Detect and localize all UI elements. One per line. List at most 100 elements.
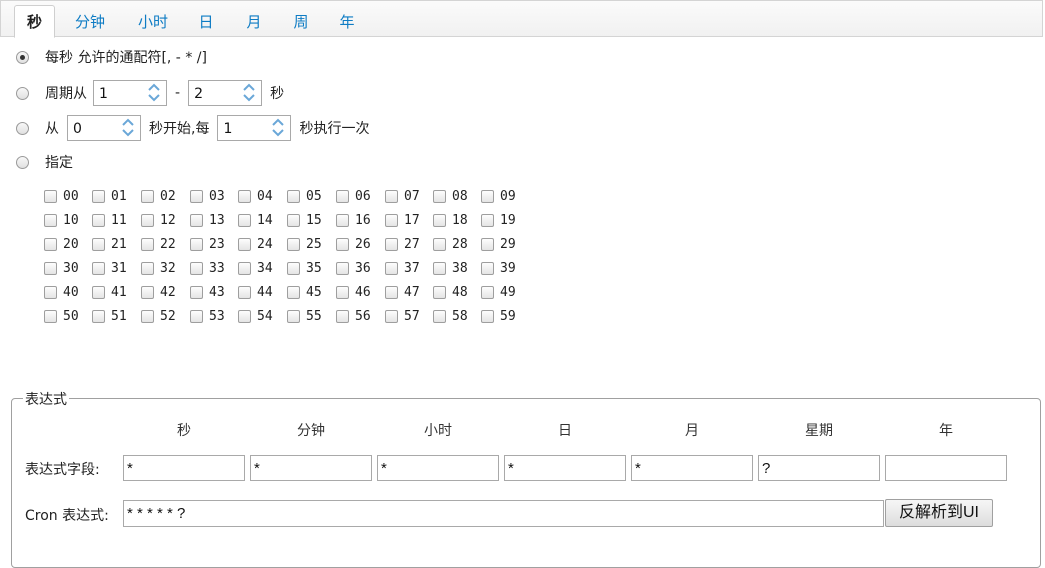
- field-day-input[interactable]: *: [504, 455, 626, 481]
- second-checkbox-item[interactable]: 51: [92, 305, 127, 327]
- second-checkbox[interactable]: [238, 237, 251, 251]
- field-hour-input[interactable]: *: [377, 455, 499, 481]
- second-checkbox-item[interactable]: 57: [385, 305, 420, 327]
- second-checkbox-item[interactable]: 40: [44, 281, 79, 303]
- cycle-to-value[interactable]: 2: [194, 86, 203, 102]
- second-checkbox-item[interactable]: 34: [238, 257, 273, 279]
- second-checkbox[interactable]: [336, 261, 349, 275]
- second-checkbox[interactable]: [238, 285, 251, 299]
- second-checkbox-item[interactable]: 16: [336, 209, 371, 231]
- second-checkbox-item[interactable]: 38: [433, 257, 468, 279]
- second-checkbox[interactable]: [92, 189, 105, 203]
- spin-down-icon[interactable]: [121, 128, 135, 138]
- second-checkbox-item[interactable]: 53: [190, 305, 225, 327]
- second-checkbox[interactable]: [92, 237, 105, 251]
- second-checkbox[interactable]: [141, 285, 154, 299]
- second-checkbox-item[interactable]: 35: [287, 257, 322, 279]
- second-checkbox-item[interactable]: 19: [481, 209, 516, 231]
- cycle-to-spinner[interactable]: 2: [188, 80, 263, 106]
- second-checkbox[interactable]: [336, 285, 349, 299]
- second-checkbox[interactable]: [433, 213, 446, 227]
- second-checkbox-item[interactable]: 52: [141, 305, 176, 327]
- spin-up-icon[interactable]: [271, 117, 285, 127]
- second-checkbox-item[interactable]: 32: [141, 257, 176, 279]
- second-checkbox[interactable]: [190, 237, 203, 251]
- spin-up-icon[interactable]: [121, 117, 135, 127]
- interval-value[interactable]: 1: [223, 121, 232, 137]
- second-checkbox-item[interactable]: 09: [481, 185, 516, 207]
- second-checkbox-item[interactable]: 56: [336, 305, 371, 327]
- second-checkbox-item[interactable]: 07: [385, 185, 420, 207]
- second-checkbox-item[interactable]: 04: [238, 185, 273, 207]
- second-checkbox-item[interactable]: 10: [44, 209, 79, 231]
- second-checkbox[interactable]: [287, 285, 300, 299]
- second-checkbox[interactable]: [141, 261, 154, 275]
- second-checkbox-item[interactable]: 05: [287, 185, 322, 207]
- radio-cycle[interactable]: [16, 86, 29, 100]
- second-checkbox[interactable]: [385, 237, 398, 251]
- second-checkbox-item[interactable]: 37: [385, 257, 420, 279]
- tab-year[interactable]: 年: [335, 7, 359, 38]
- second-checkbox-item[interactable]: 31: [92, 257, 127, 279]
- cycle-from-value[interactable]: 1: [99, 86, 108, 102]
- second-checkbox[interactable]: [238, 309, 251, 323]
- second-checkbox[interactable]: [385, 261, 398, 275]
- second-checkbox-item[interactable]: 45: [287, 281, 322, 303]
- cycle-from-spinner[interactable]: 1: [93, 80, 167, 106]
- spin-up-icon[interactable]: [147, 82, 161, 92]
- second-checkbox[interactable]: [336, 213, 349, 227]
- second-checkbox-item[interactable]: 49: [481, 281, 516, 303]
- radio-every-second[interactable]: [16, 50, 29, 64]
- spin-down-icon[interactable]: [242, 93, 256, 103]
- second-checkbox[interactable]: [481, 213, 494, 227]
- second-checkbox[interactable]: [287, 237, 300, 251]
- second-checkbox[interactable]: [238, 189, 251, 203]
- second-checkbox-item[interactable]: 46: [336, 281, 371, 303]
- cron-expression-input[interactable]: * * * * * ?: [123, 500, 884, 527]
- second-checkbox-item[interactable]: 13: [190, 209, 225, 231]
- field-minute-input[interactable]: *: [250, 455, 372, 481]
- second-checkbox-item[interactable]: 54: [238, 305, 273, 327]
- second-checkbox-item[interactable]: 08: [433, 185, 468, 207]
- second-checkbox-item[interactable]: 18: [433, 209, 468, 231]
- second-checkbox-item[interactable]: 28: [433, 233, 468, 255]
- second-checkbox[interactable]: [141, 213, 154, 227]
- tab-month[interactable]: 月: [242, 7, 266, 38]
- second-checkbox-item[interactable]: 02: [141, 185, 176, 207]
- second-checkbox[interactable]: [92, 261, 105, 275]
- second-checkbox[interactable]: [287, 309, 300, 323]
- second-checkbox-item[interactable]: 48: [433, 281, 468, 303]
- second-checkbox-item[interactable]: 20: [44, 233, 79, 255]
- second-checkbox[interactable]: [336, 237, 349, 251]
- second-checkbox-item[interactable]: 30: [44, 257, 79, 279]
- radio-start-interval[interactable]: [16, 121, 29, 135]
- second-checkbox[interactable]: [385, 213, 398, 227]
- second-checkbox-item[interactable]: 15: [287, 209, 322, 231]
- second-checkbox[interactable]: [433, 261, 446, 275]
- tab-week[interactable]: 周: [289, 7, 313, 38]
- spin-down-icon[interactable]: [147, 93, 161, 103]
- second-checkbox-item[interactable]: 42: [141, 281, 176, 303]
- second-checkbox-item[interactable]: 44: [238, 281, 273, 303]
- second-checkbox-item[interactable]: 29: [481, 233, 516, 255]
- second-checkbox[interactable]: [238, 261, 251, 275]
- interval-spinner[interactable]: 1: [217, 115, 292, 141]
- second-checkbox[interactable]: [141, 309, 154, 323]
- second-checkbox[interactable]: [336, 189, 349, 203]
- tab-minute[interactable]: 分钟: [71, 7, 109, 38]
- second-checkbox[interactable]: [481, 309, 494, 323]
- spin-up-icon[interactable]: [242, 82, 256, 92]
- radio-specify[interactable]: [16, 155, 29, 169]
- second-checkbox[interactable]: [336, 309, 349, 323]
- second-checkbox[interactable]: [92, 309, 105, 323]
- second-checkbox[interactable]: [385, 285, 398, 299]
- parse-to-ui-button[interactable]: 反解析到UI: [885, 499, 993, 527]
- second-checkbox-item[interactable]: 58: [433, 305, 468, 327]
- tab-hour[interactable]: 小时: [134, 7, 172, 38]
- second-checkbox[interactable]: [190, 261, 203, 275]
- second-checkbox[interactable]: [190, 189, 203, 203]
- second-checkbox-item[interactable]: 33: [190, 257, 225, 279]
- second-checkbox-item[interactable]: 43: [190, 281, 225, 303]
- second-checkbox[interactable]: [44, 285, 57, 299]
- second-checkbox-item[interactable]: 47: [385, 281, 420, 303]
